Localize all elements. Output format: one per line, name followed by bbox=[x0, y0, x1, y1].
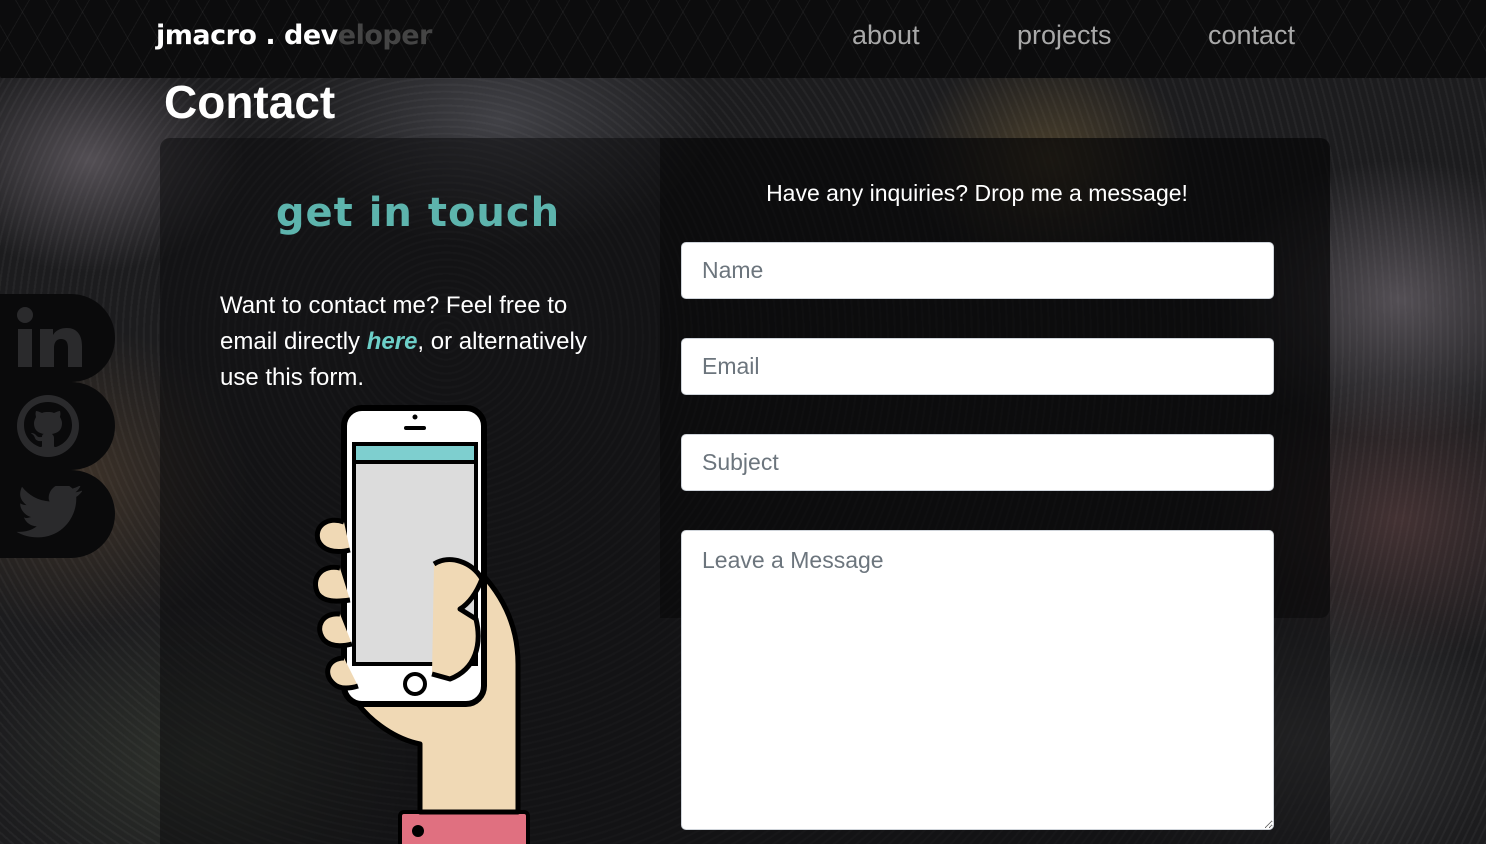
get-in-touch-heading: get in touch bbox=[275, 190, 561, 236]
twitter-link[interactable] bbox=[0, 470, 115, 558]
github-link[interactable] bbox=[0, 382, 115, 470]
message-field[interactable] bbox=[681, 530, 1274, 830]
brand-logo[interactable]: jmacro . developer bbox=[156, 20, 432, 51]
email-field[interactable] bbox=[681, 338, 1274, 395]
name-field[interactable] bbox=[681, 242, 1274, 299]
form-heading: Have any inquiries? Drop me a message! bbox=[766, 180, 1188, 206]
twitter-icon bbox=[16, 486, 82, 542]
email-here-link[interactable]: here bbox=[367, 328, 418, 355]
github-icon bbox=[16, 394, 80, 458]
nav-link-projects[interactable]: projects bbox=[1017, 20, 1112, 51]
page-title: Contact bbox=[164, 76, 336, 128]
linkedin-link[interactable] bbox=[0, 294, 115, 382]
linkedin-icon bbox=[16, 307, 82, 369]
top-navbar: jmacro . developer about projects contac… bbox=[0, 0, 1486, 78]
phone-hand-illustration bbox=[300, 404, 540, 844]
contact-intro-text: Want to contact me? Feel free to email d… bbox=[220, 288, 600, 396]
nav-link-contact[interactable]: contact bbox=[1208, 20, 1295, 51]
nav-link-about[interactable]: about bbox=[852, 20, 920, 51]
subject-field[interactable] bbox=[681, 434, 1274, 491]
brand-faded-text: eloper bbox=[337, 20, 433, 51]
brand-main-text: jmacro . dev bbox=[156, 20, 338, 51]
